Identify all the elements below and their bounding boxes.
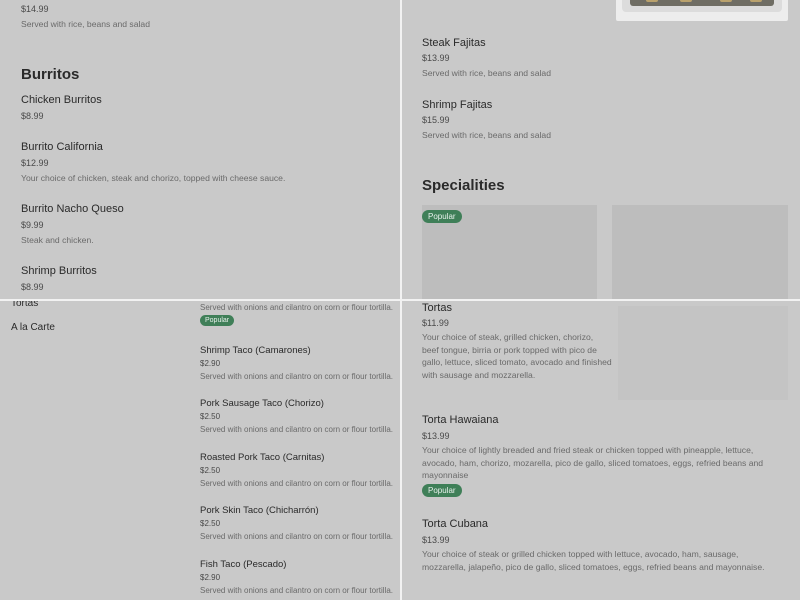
section-title-burritos: Burritos <box>21 66 80 83</box>
item-price: $13.99 <box>422 535 450 545</box>
item-name: Roasted Pork Taco (Carnitas) <box>200 452 325 463</box>
item-name: Chicken Burritos <box>21 94 102 106</box>
item-description: Your choice of lightly breaded and fried… <box>422 445 764 480</box>
item-price: $2.50 <box>200 412 221 421</box>
food-dot <box>750 0 762 2</box>
menu-panel-top-right: Steak Fajitas $13.99 Served with rice, b… <box>402 0 800 299</box>
item-name: Torta Cubana <box>422 518 489 530</box>
item-name: Pork Skin Taco (Chicharrón) <box>200 505 319 516</box>
item-name: Tortas <box>422 302 452 314</box>
item-price: $2.50 <box>200 466 221 475</box>
popular-badge: Popular <box>422 210 462 223</box>
item-description: Served with onions and cilantro on corn … <box>200 479 393 488</box>
item-name: Burrito California <box>21 141 103 153</box>
item-price: $15.99 <box>422 115 450 125</box>
food-dot <box>646 0 658 2</box>
item-price: $11.99 <box>422 318 449 328</box>
torta-image[interactable] <box>618 306 788 400</box>
item-price: $9.99 <box>21 220 44 230</box>
item-name: Fish Taco (Pescado) <box>200 559 287 570</box>
food-dot <box>720 0 732 2</box>
item-name: Shrimp Burritos <box>21 265 97 277</box>
item-description: Served with rice, beans and salad <box>422 68 551 78</box>
item-description: Served with onions and cilantro on corn … <box>200 303 393 312</box>
item-name: Steak Fajitas <box>422 37 486 49</box>
item-description: Served with onions and cilantro on corn … <box>200 372 393 381</box>
item-name: Torta Hawaiana <box>422 414 499 426</box>
section-title-specialities: Specialities <box>422 177 505 194</box>
menu-panel-top-left: $14.99 Served with rice, beans and salad… <box>0 0 400 299</box>
item-price: $8.99 <box>21 282 44 292</box>
category-nav-tortas[interactable]: Tortas <box>11 301 38 309</box>
item-name: Shrimp Taco (Camarones) <box>200 345 311 356</box>
item-description: Your choice of steak or grilled chicken … <box>422 549 765 572</box>
category-nav-a-la-carte[interactable]: A la Carte <box>11 322 55 333</box>
item-description: Served with rice, beans and salad <box>422 130 551 140</box>
item-price: $13.99 <box>422 53 450 63</box>
item-price: $13.99 <box>422 431 450 441</box>
item-description: Served with onions and cilantro on corn … <box>200 586 393 595</box>
item-description: Your choice of steak, grilled chicken, c… <box>422 332 612 380</box>
item-price: $2.90 <box>200 573 221 582</box>
item-price: $12.99 <box>21 158 49 168</box>
popular-badge: Popular <box>200 315 235 326</box>
item-price: $8.99 <box>21 111 44 121</box>
horizontal-divider <box>0 299 800 301</box>
item-description: Served with rice, beans and salad <box>21 19 150 29</box>
item-description: Served with onions and cilantro on corn … <box>200 532 393 541</box>
menu-panel-bottom-left: Tortas A la Carte Served with onions and… <box>0 301 400 600</box>
menu-panel-bottom-right: Tortas $11.99 Your choice of steak, gril… <box>402 301 800 600</box>
food-dot <box>680 0 692 2</box>
item-name: Burrito Nacho Queso <box>21 203 124 215</box>
item-description: Served with onions and cilantro on corn … <box>200 425 393 434</box>
item-description: Steak and chicken. <box>21 235 94 245</box>
item-price: $2.50 <box>200 519 221 528</box>
item-price: $2.90 <box>200 359 221 368</box>
item-name: Pork Sausage Taco (Chorizo) <box>200 398 324 409</box>
item-description: Your choice of chicken, steak and choriz… <box>21 173 286 183</box>
popular-badge: Popular <box>422 484 462 497</box>
item-name: Shrimp Fajitas <box>422 99 493 111</box>
speciality-card-image[interactable] <box>612 205 788 299</box>
food-photo[interactable] <box>616 0 788 21</box>
item-price: $14.99 <box>21 4 49 14</box>
